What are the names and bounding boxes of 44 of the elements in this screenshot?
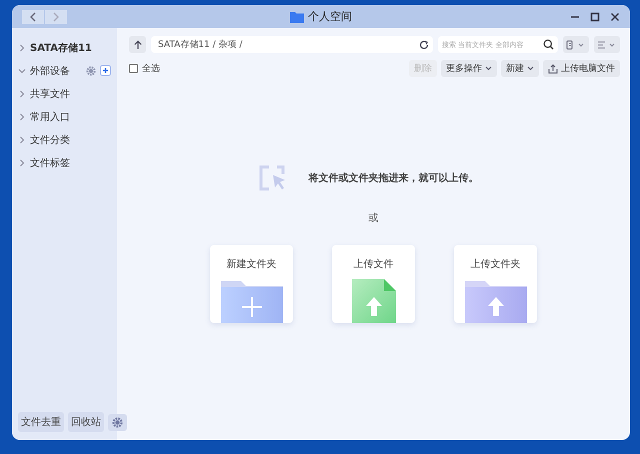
- folder-plus-icon: [220, 281, 282, 323]
- toolbar-button[interactable]: 新建: [501, 60, 539, 77]
- search-icon[interactable]: [543, 39, 554, 50]
- upload-icon: [548, 64, 558, 74]
- settings-icon[interactable]: [86, 66, 96, 76]
- refresh-icon[interactable]: [419, 40, 429, 50]
- folder-icon: [290, 10, 304, 22]
- sidebar-item[interactable]: 常用入口: [18, 105, 117, 128]
- caret-icon: [527, 66, 534, 71]
- back-button[interactable]: [22, 10, 44, 24]
- sidebar-footer-button[interactable]: 回收站: [68, 412, 104, 432]
- file-upload-icon: [352, 279, 396, 323]
- parent-folder-button[interactable]: [129, 36, 146, 53]
- caret-icon: [485, 66, 492, 71]
- sidebar-footer-button[interactable]: 文件去重: [18, 412, 64, 432]
- sidebar-item[interactable]: SATA存储11: [18, 36, 117, 59]
- sidebar-item[interactable]: 外部设备: [18, 59, 117, 82]
- action-card[interactable]: 新建文件夹: [210, 245, 293, 323]
- action-card[interactable]: 上传文件夹: [454, 245, 537, 323]
- window-title: 个人空间: [308, 9, 352, 24]
- settings-icon: [112, 416, 123, 428]
- list-dropdown-icon: [597, 40, 617, 50]
- upload-hint: 将文件或文件夹拖进来，就可以上传。: [308, 172, 478, 185]
- add-icon[interactable]: [100, 65, 111, 76]
- chevron-left-icon: [29, 12, 37, 22]
- close-icon[interactable]: [610, 12, 620, 22]
- sidebar-item[interactable]: 文件标签: [18, 151, 117, 174]
- storage-view-button[interactable]: [563, 36, 589, 53]
- or-text: 或: [368, 212, 378, 225]
- path-field[interactable]: SATA存储11 / 杂项 /: [151, 36, 433, 53]
- drag-drop-icon: [258, 165, 286, 191]
- select-all-checkbox[interactable]: 全选: [129, 62, 160, 75]
- settings-button[interactable]: [108, 414, 127, 430]
- action-card[interactable]: 上传文件: [332, 245, 415, 323]
- arrow-up-icon: [132, 40, 142, 50]
- chevron-right-icon: [52, 12, 60, 22]
- toolbar-button[interactable]: 上传电脑文件: [543, 60, 620, 77]
- maximize-icon[interactable]: [590, 12, 600, 22]
- sidebar-item[interactable]: 共享文件: [18, 82, 117, 105]
- drive-dropdown-icon: [566, 40, 586, 50]
- sort-button[interactable]: [594, 36, 620, 53]
- toolbar-button[interactable]: 更多操作: [441, 60, 497, 77]
- folder-upload-icon: [464, 281, 526, 323]
- sidebar-item[interactable]: 文件分类: [18, 128, 117, 151]
